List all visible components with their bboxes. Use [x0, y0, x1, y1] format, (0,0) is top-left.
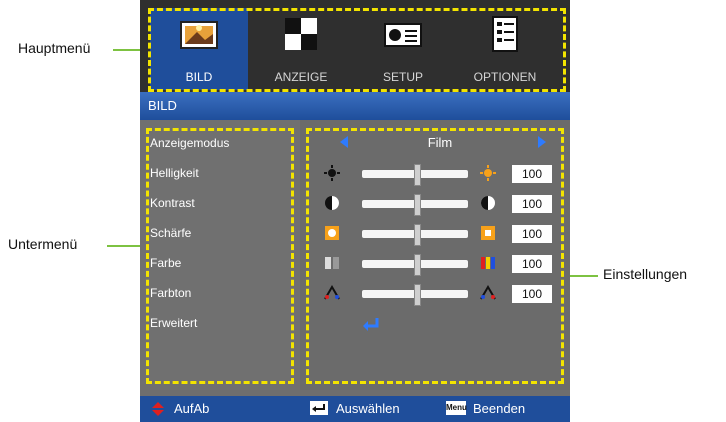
footer-updown-label: AufAb: [174, 401, 210, 416]
footer-select-label: Auswählen: [336, 401, 400, 416]
callout-untermenu: Untermenü: [8, 236, 78, 252]
menu-key-icon: Menu: [446, 401, 467, 415]
footer-bar: AufAb Auswählen Menu Beenden: [140, 396, 570, 422]
callout-hauptmenu: Hauptmenü: [18, 40, 91, 56]
main-menu-highlight: [148, 8, 566, 92]
osd-menu: BILD ANZEIGE SETUP OPTIONEN BILD Anzeige…: [140, 0, 570, 422]
settings-highlight: [306, 128, 564, 384]
enter-key-icon: [310, 401, 328, 415]
updown-icon: [152, 402, 164, 416]
section-title: BILD: [140, 92, 570, 120]
callout-line-einstellungen: [568, 275, 598, 277]
footer-exit-label: Beenden: [473, 401, 526, 416]
callout-einstellungen: Einstellungen: [603, 266, 688, 282]
submenu-highlight: [146, 128, 294, 384]
